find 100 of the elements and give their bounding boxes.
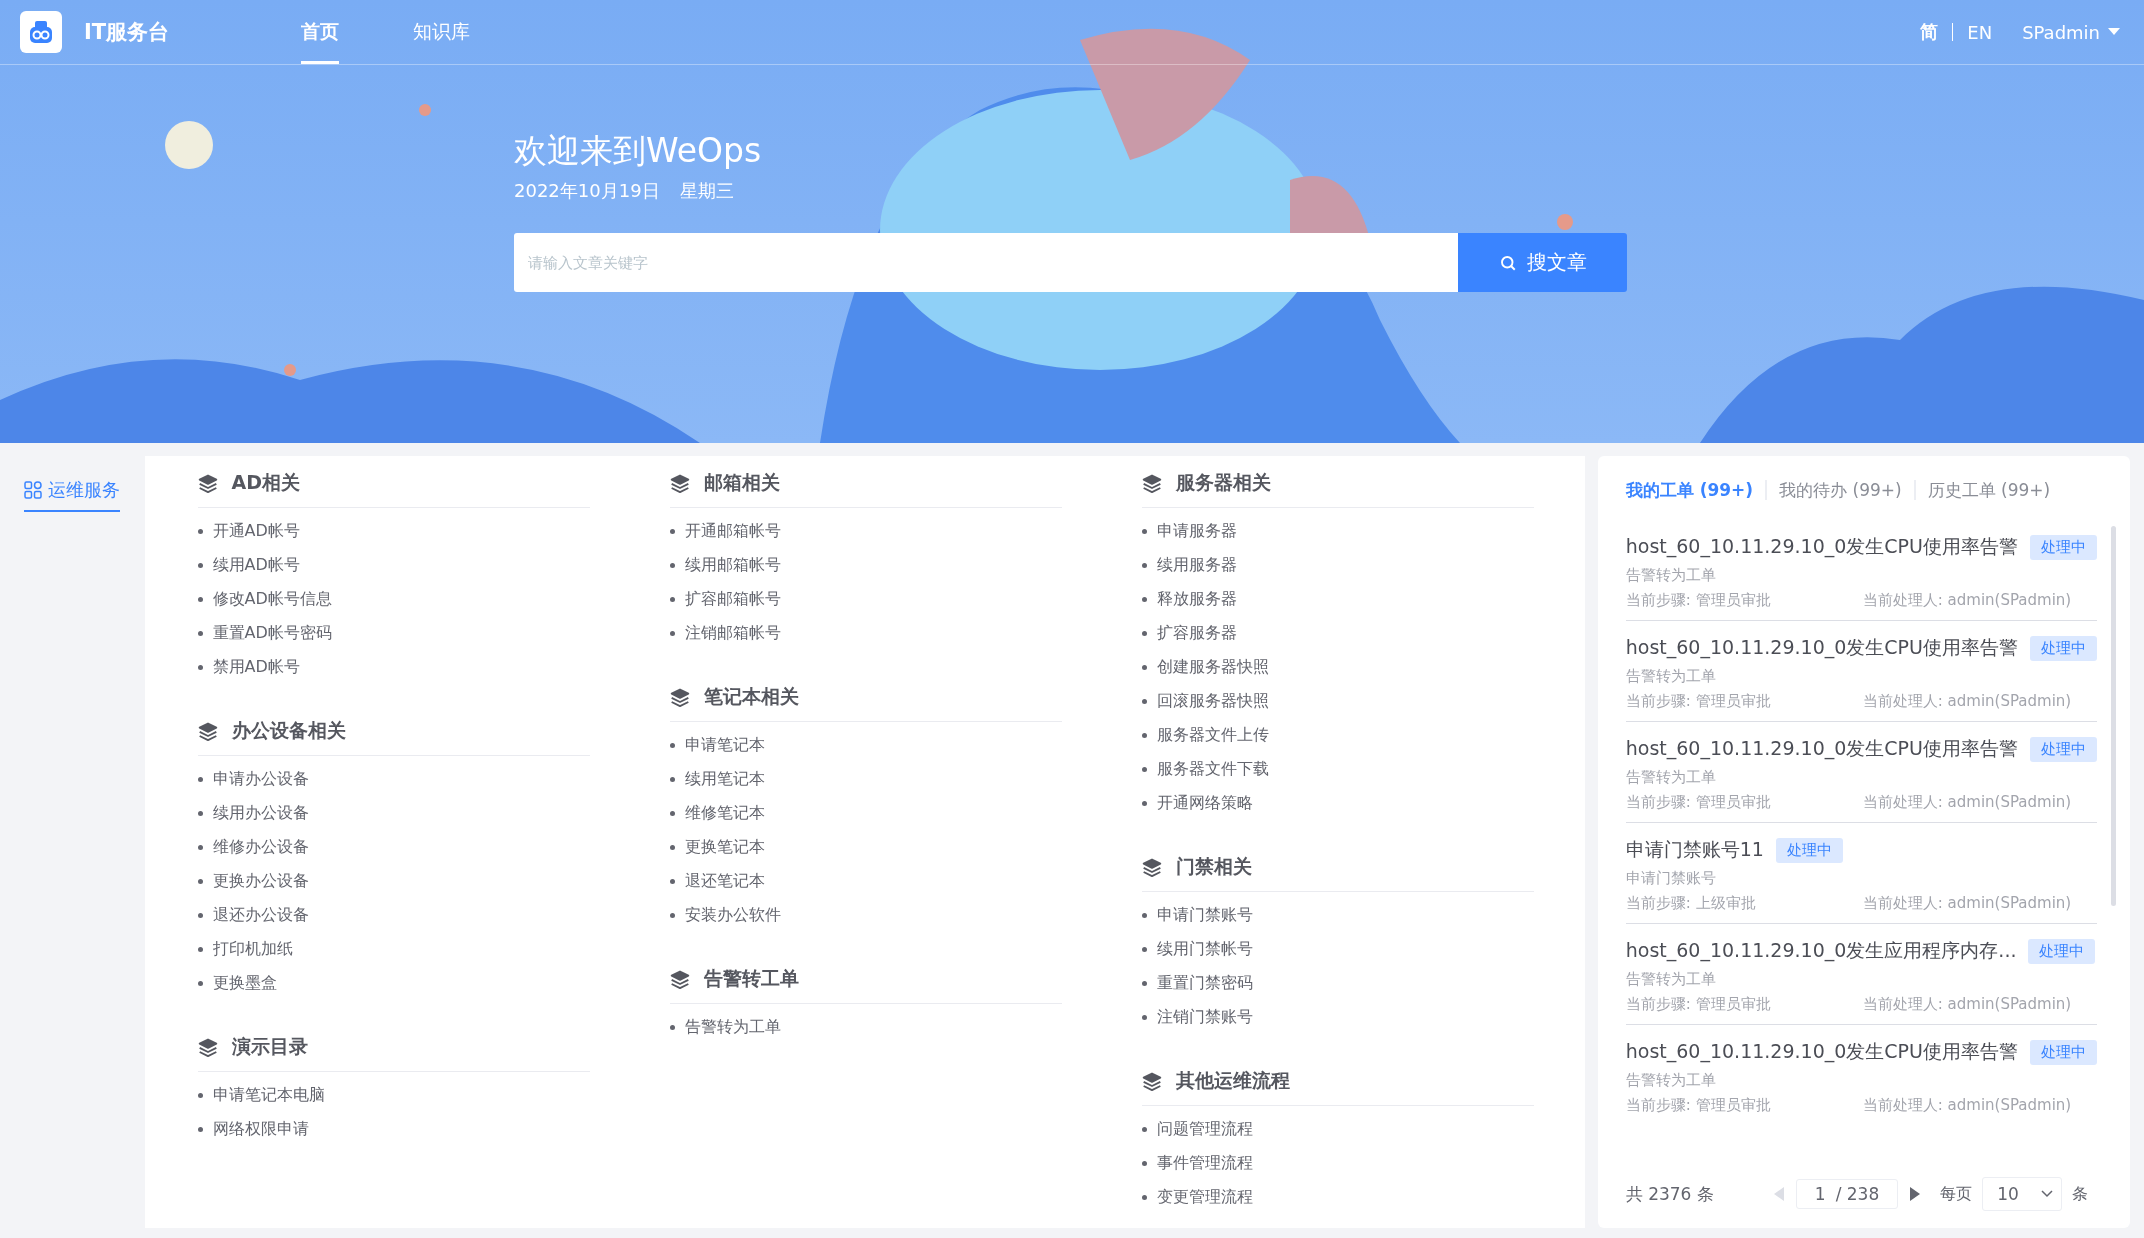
service-link[interactable]: 续用门禁帐号	[1156, 938, 1253, 960]
service-link[interactable]: 服务器文件下载	[1156, 758, 1269, 780]
bullet-icon	[1141, 562, 1147, 568]
service-link[interactable]: 回滚服务器快照	[1156, 690, 1269, 712]
page-input[interactable]: 1 / 238	[1795, 1179, 1899, 1209]
previous-page-button[interactable]	[1773, 1187, 1784, 1201]
ticket-service: 告警转为工单	[1625, 566, 1717, 585]
bullet-icon	[197, 810, 203, 816]
service-link[interactable]: 问题管理流程	[1156, 1118, 1253, 1140]
bullet-icon	[669, 1024, 675, 1030]
service-link[interactable]: 续用邮箱帐号	[684, 554, 781, 576]
service-link[interactable]: 开通AD帐号	[212, 520, 300, 542]
ticket-item[interactable]: host_60_10.11.29.10_0发生应用程序内存... 处理中 告警转为工单 当前步骤: 管理员审批 当前处理人: admin(SPadmin)	[1625, 924, 2097, 1025]
ticket-title: host_60_10.11.29.10_0发生CPU使用率告警	[1625, 1039, 2018, 1065]
service-link[interactable]: 打印机加纸	[212, 938, 293, 960]
layers-icon	[669, 968, 690, 989]
service-link[interactable]: 注销邮箱帐号	[684, 622, 781, 644]
service-link[interactable]: 申请办公设备	[212, 768, 309, 790]
bullet-icon	[197, 528, 203, 534]
bullet-icon	[1141, 1160, 1147, 1166]
ticket-item[interactable]: host_60_10.11.29.10_0发生CPU使用率告警 处理中 告警转为工单 当前步骤: 管理员审批 当前处理人: admin(SPadmin)	[1625, 621, 2097, 722]
page-size-select[interactable]: 10	[1982, 1177, 2062, 1211]
ticket-tab[interactable]: 我的待办 (99+)	[1779, 478, 1902, 502]
service-link[interactable]: 扩容服务器	[1156, 622, 1237, 644]
app-name: IT服务台	[84, 19, 170, 46]
left-triangle-icon	[1773, 1187, 1784, 1201]
scrollbar[interactable]	[2111, 526, 2116, 906]
ticket-step: 当前步骤: 管理员审批	[1625, 793, 1863, 812]
ticket-service: 告警转为工单	[1625, 1071, 1717, 1090]
service-link[interactable]: 更换笔记本	[684, 836, 765, 858]
category-title: 告警转工单	[703, 965, 799, 991]
category-title: 办公设备相关	[231, 717, 346, 743]
bullet-icon	[197, 912, 203, 918]
service-link[interactable]: 退还笔记本	[684, 870, 765, 892]
ticket-item[interactable]: host_60_10.11.29.10_0发生CPU使用率告警 处理中 告警转为工单 当前步骤: 管理员审批 当前处理人: admin(SPadmin)	[1625, 520, 2097, 621]
service-link[interactable]: 续用办公设备	[212, 802, 309, 824]
service-link[interactable]: 释放服务器	[1156, 588, 1237, 610]
layers-icon	[197, 720, 218, 741]
search-field[interactable]: 请输入文章关键字	[514, 233, 1458, 292]
ticket-tab[interactable]: 历史工单 (99+)	[1927, 478, 2051, 502]
bullet-icon	[669, 844, 675, 850]
service-link[interactable]: 变更管理流程	[1156, 1186, 1253, 1208]
ticket-item[interactable]: 申请门禁账号11 处理中 申请门禁账号 当前步骤: 上级审批 当前处理人: admin(SPadmin)	[1625, 823, 2097, 924]
bullet-icon	[1141, 596, 1147, 602]
service-link[interactable]: 扩容邮箱帐号	[684, 588, 781, 610]
bullet-icon	[197, 946, 203, 952]
bullet-icon	[669, 776, 675, 782]
weekday-text: 星期三	[679, 179, 734, 203]
status-tag: 处理中	[2030, 736, 2097, 762]
ticket-item[interactable]: host_60_10.11.29.10_0发生CPU使用率告警 处理中 告警转为工单 当前步骤: 管理员审批 当前处理人: admin(SPadmin)	[1625, 722, 2097, 823]
page-number: 1	[1814, 1184, 1826, 1204]
page-count: / 238	[1835, 1184, 1880, 1204]
service-link[interactable]: 申请服务器	[1156, 520, 1237, 542]
ticket-service: 申请门禁账号	[1625, 869, 1717, 888]
sidebar-item[interactable]: 运维服务	[24, 478, 120, 512]
bullet-icon	[197, 596, 203, 602]
search-button[interactable]: 搜文章	[1458, 233, 1627, 292]
service-link[interactable]: 开通邮箱帐号	[684, 520, 781, 542]
ticket-item[interactable]: host_60_10.11.29.10_0发生CPU使用率告警 处理中 告警转为工单 当前步骤: 管理员审批 当前处理人: admin(SPadmin)	[1625, 1025, 2097, 1125]
service-link[interactable]: 维修办公设备	[212, 836, 309, 858]
service-link[interactable]: 退还办公设备	[212, 904, 309, 926]
service-link[interactable]: 续用服务器	[1156, 554, 1237, 576]
ticket-handler: 当前处理人: admin(SPadmin)	[1862, 591, 2072, 610]
service-link[interactable]: 安装办公软件	[684, 904, 781, 926]
service-link[interactable]: 续用AD帐号	[212, 554, 300, 576]
service-link[interactable]: 重置AD帐号密码	[212, 622, 332, 644]
service-link[interactable]: 事件管理流程	[1156, 1152, 1253, 1174]
service-link[interactable]: 更换办公设备	[212, 870, 309, 892]
service-link[interactable]: 更换墨盒	[212, 972, 277, 994]
service-link[interactable]: 告警转为工单	[684, 1016, 781, 1038]
service-link[interactable]: 申请笔记本电脑	[212, 1084, 325, 1106]
service-link[interactable]: 维修笔记本	[684, 802, 765, 824]
ticket-step: 当前步骤: 上级审批	[1625, 894, 1863, 913]
service-link[interactable]: 续用笔记本	[684, 768, 765, 790]
service-link[interactable]: 修改AD帐号信息	[212, 588, 332, 610]
next-page-button[interactable]	[1910, 1187, 1921, 1201]
bullet-icon	[1141, 698, 1147, 704]
ticket-handler: 当前处理人: admin(SPadmin)	[1862, 1096, 2072, 1115]
layers-icon	[1141, 856, 1162, 877]
ticket-tab[interactable]: 我的工单 (99+)	[1625, 478, 1754, 502]
category-title: 门禁相关	[1175, 853, 1252, 879]
service-link[interactable]: 申请笔记本	[684, 734, 765, 756]
service-link[interactable]: 申请门禁账号	[1156, 904, 1253, 926]
layers-icon	[197, 472, 218, 493]
service-link[interactable]: 注销门禁账号	[1156, 1006, 1253, 1028]
service-link[interactable]: 网络权限申请	[212, 1118, 309, 1140]
dot-icon	[1557, 214, 1573, 230]
service-link[interactable]: 服务器文件上传	[1156, 724, 1269, 746]
service-link[interactable]: 重置门禁密码	[1156, 972, 1253, 994]
service-link[interactable]: 创建服务器快照	[1156, 656, 1269, 678]
bullet-icon	[1141, 1126, 1147, 1132]
service-link[interactable]: 开通网络策略	[1156, 792, 1253, 814]
bullet-icon	[669, 596, 675, 602]
ticket-service: 告警转为工单	[1625, 667, 1717, 686]
layers-icon	[1141, 1070, 1162, 1091]
grid-icon	[24, 481, 42, 499]
ticket-step: 当前步骤: 管理员审批	[1625, 1096, 1863, 1115]
service-link[interactable]: 禁用AD帐号	[212, 656, 300, 678]
status-tag: 处理中	[1775, 837, 1843, 863]
layers-icon	[669, 686, 690, 707]
